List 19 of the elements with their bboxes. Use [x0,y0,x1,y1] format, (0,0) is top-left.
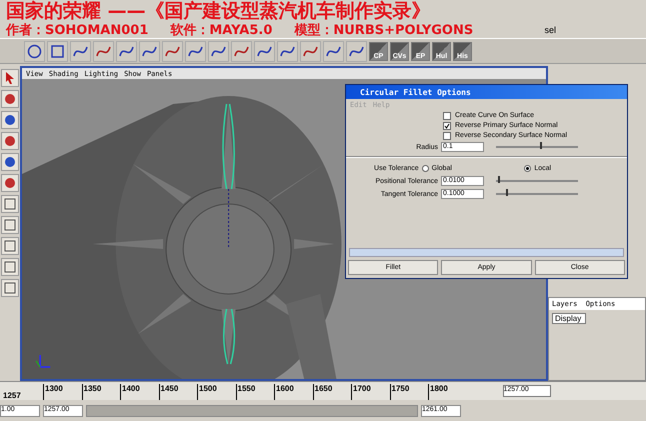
dialog-title: Circular Fillet Options [346,85,627,99]
checkbox[interactable] [443,122,451,130]
overlay-credit: 模型：NURBS+POLYGONS [294,22,474,39]
axis-icon [35,354,51,368]
radio-button[interactable] [422,164,429,172]
ruler-label: 1257 [2,391,22,400]
slider-handle[interactable] [498,176,500,183]
selection-label: sel [544,25,556,35]
overlay-title: 国家的荣耀 ——《国产建设型蒸汽机车制作实录》 [6,0,431,22]
overlay-credit: 作者：SOHOMAN001 [6,22,148,39]
checkbox[interactable] [443,112,451,120]
display-dropdown[interactable]: Display [552,313,586,324]
overlay-credit: 软件：MAYA5.0 [170,22,272,39]
square-icon[interactable] [47,40,68,62]
slider-handle[interactable] [540,142,542,149]
radio-button[interactable] [524,164,532,172]
checkbox[interactable] [443,132,451,140]
scrollbar[interactable] [349,248,624,257]
slider-handle[interactable] [506,189,508,196]
